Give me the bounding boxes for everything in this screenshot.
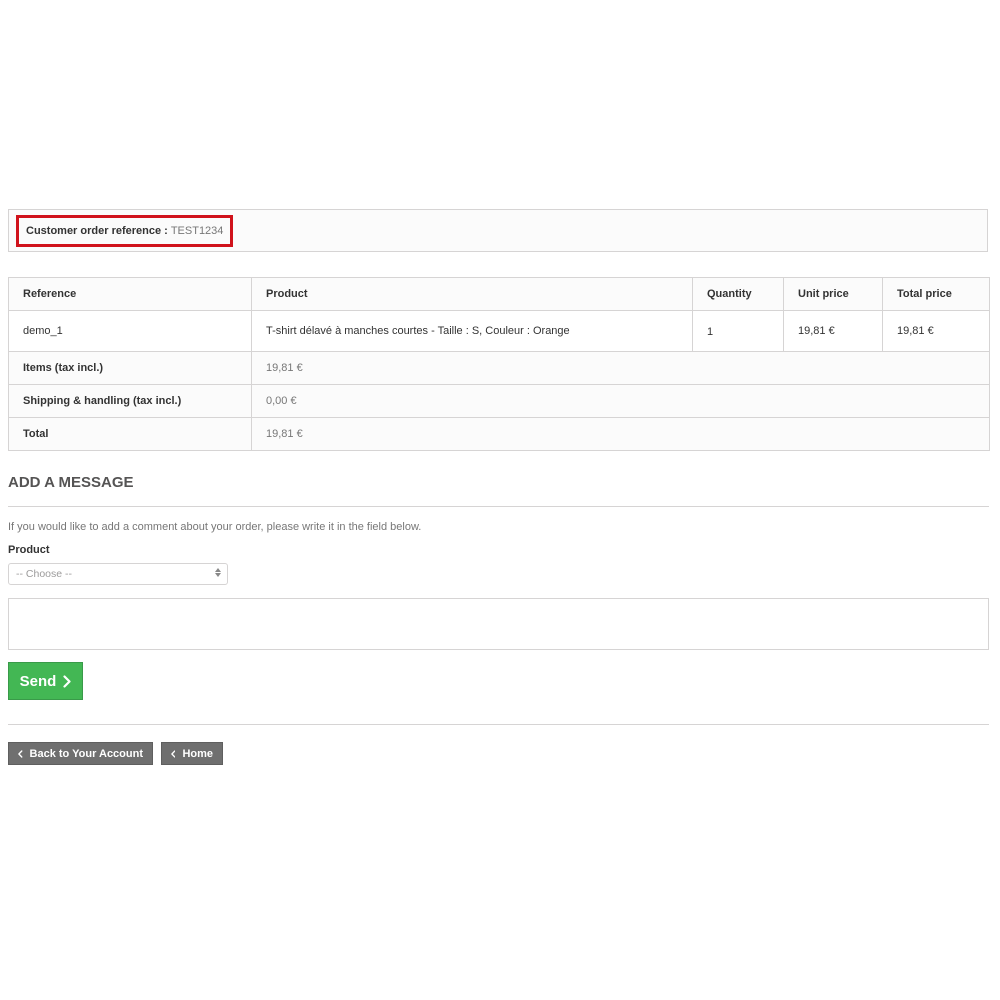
message-textarea[interactable] xyxy=(8,598,989,650)
home-button[interactable]: Home xyxy=(161,742,223,765)
column-header-unit-price: Unit price xyxy=(783,277,883,311)
totals-row-total: Total 19,81 € xyxy=(8,417,990,451)
send-button[interactable]: Send xyxy=(8,662,83,700)
product-select-label: Product xyxy=(8,544,50,556)
totals-shipping-value: 0,00 € xyxy=(251,384,990,418)
product-select[interactable]: -- Choose -- xyxy=(8,563,228,585)
select-arrows-icon xyxy=(215,568,221,577)
totals-row-items: Items (tax incl.) 19,81 € xyxy=(8,351,990,385)
chevron-right-icon xyxy=(63,674,71,688)
totals-total-value: 19,81 € xyxy=(251,417,990,451)
column-header-reference: Reference xyxy=(8,277,252,311)
back-to-account-button[interactable]: Back to Your Account xyxy=(8,742,153,765)
totals-row-shipping: Shipping & handling (tax incl.) 0,00 € xyxy=(8,384,990,418)
totals-items-value: 19,81 € xyxy=(251,351,990,385)
totals-shipping-label: Shipping & handling (tax incl.) xyxy=(8,384,252,418)
product-select-value: -- Choose -- xyxy=(16,568,73,580)
footer-divider xyxy=(8,724,989,725)
back-to-account-label: Back to Your Account xyxy=(29,747,143,760)
message-help-text: If you would like to add a comment about… xyxy=(8,521,422,533)
item-total-price: 19,81 € xyxy=(882,310,990,352)
section-divider xyxy=(8,506,989,507)
order-reference-box: Customer order reference : TEST1234 xyxy=(8,209,988,252)
column-header-product: Product xyxy=(251,277,693,311)
order-reference-highlight: Customer order reference : TEST1234 xyxy=(16,215,234,247)
order-reference-value: TEST1234 xyxy=(170,225,224,237)
chevron-left-icon xyxy=(18,749,23,758)
table-row: demo_1 T-shirt délavé à manches courtes … xyxy=(8,310,990,352)
item-unit-price: 19,81 € xyxy=(783,310,883,352)
chevron-left-icon xyxy=(171,749,176,758)
home-label: Home xyxy=(182,747,213,760)
totals-total-label: Total xyxy=(8,417,252,451)
item-product: T-shirt délavé à manches courtes - Taill… xyxy=(251,310,693,352)
order-reference-label: Customer order reference : xyxy=(26,225,168,237)
totals-items-label: Items (tax incl.) xyxy=(8,351,252,385)
column-header-quantity: Quantity xyxy=(692,277,784,311)
item-quantity: 1 xyxy=(692,310,784,352)
column-header-total-price: Total price xyxy=(882,277,990,311)
item-reference: demo_1 xyxy=(8,310,252,352)
section-title-add-message: Add a message xyxy=(8,474,134,491)
send-button-label: Send xyxy=(19,672,57,690)
table-header-row: Reference Product Quantity Unit price To… xyxy=(8,277,990,311)
order-detail-table: Reference Product Quantity Unit price To… xyxy=(8,277,990,451)
